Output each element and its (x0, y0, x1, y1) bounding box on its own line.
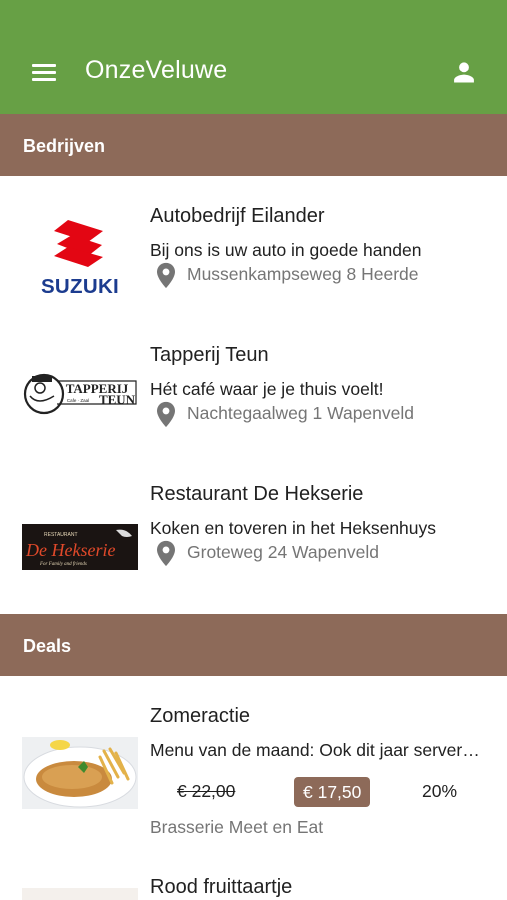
app-bar: OnzeVeluwe (0, 0, 507, 114)
section-title: Deals (23, 636, 72, 656)
deal-image (22, 737, 138, 809)
business-item[interactable]: RESTAURANT De Hekserie For Family and fr… (0, 483, 507, 622)
business-name: Autobedrijf Eilander (150, 205, 325, 227)
location-pin-icon (157, 262, 175, 289)
business-description: Bij ons is uw auto in goede handen (150, 240, 422, 260)
svg-text:Cafe · Zaal: Cafe · Zaal (67, 398, 89, 403)
menu-icon[interactable] (30, 62, 58, 82)
business-address: Groteweg 24 Wapenveld (187, 542, 379, 562)
app-title: OnzeVeluwe (85, 56, 228, 84)
business-address: Mussenkampseweg 8 Heerde (187, 264, 419, 284)
location-pin-icon (157, 401, 175, 428)
svg-text:De Hekserie: De Hekserie (25, 540, 115, 560)
discount-percentage: 20% (422, 781, 458, 801)
deal-description: Menu van de maand: Ook dit jaar serveren… (150, 740, 485, 760)
business-logo: TAPPERIJ Cafe · Zaal TEUN (23, 373, 137, 415)
deal-name: Zomeractie (150, 705, 251, 727)
section-header-businesses: Bedrijven (0, 114, 507, 176)
deal-name: Rood fruittaartje (150, 876, 293, 898)
section-header-deals: Deals (0, 614, 507, 676)
deal-vendor: Brasserie Meet en Eat (150, 817, 324, 837)
account-icon[interactable] (450, 58, 478, 86)
deal-item[interactable]: Zomeractie Menu van de maand: Ook dit ja… (0, 705, 507, 845)
svg-text:TEUN: TEUN (99, 392, 136, 407)
business-logo: SUZUKI (41, 220, 119, 298)
svg-text:SUZUKI: SUZUKI (41, 275, 119, 298)
business-description: Koken en toveren in het Heksenhuys (150, 518, 437, 538)
deal-price-badge: € 17,50 (294, 777, 371, 807)
business-address: Nachtegaalweg 1 Wapenveld (187, 403, 414, 423)
business-item[interactable]: SUZUKI Autobedrijf Eilander Bij ons is u… (0, 205, 507, 344)
original-price: € 22,00 (177, 781, 236, 801)
location-pin-icon (157, 540, 175, 567)
business-name: Restaurant De Hekserie (150, 483, 364, 505)
svg-text:RESTAURANT: RESTAURANT (44, 532, 78, 538)
business-description: Hét café waar je je thuis voelt! (150, 379, 384, 399)
section-title: Bedrijven (23, 136, 106, 156)
business-name: Tapperij Teun (150, 344, 269, 366)
deal-image (22, 888, 138, 900)
business-logo: RESTAURANT De Hekserie For Family and fr… (22, 524, 138, 570)
deal-item[interactable]: Rood fruittaartje (0, 876, 507, 900)
business-item[interactable]: TAPPERIJ Cafe · Zaal TEUN Tapperij Teun … (0, 344, 507, 483)
svg-text:For Family and friends: For Family and friends (39, 562, 87, 567)
